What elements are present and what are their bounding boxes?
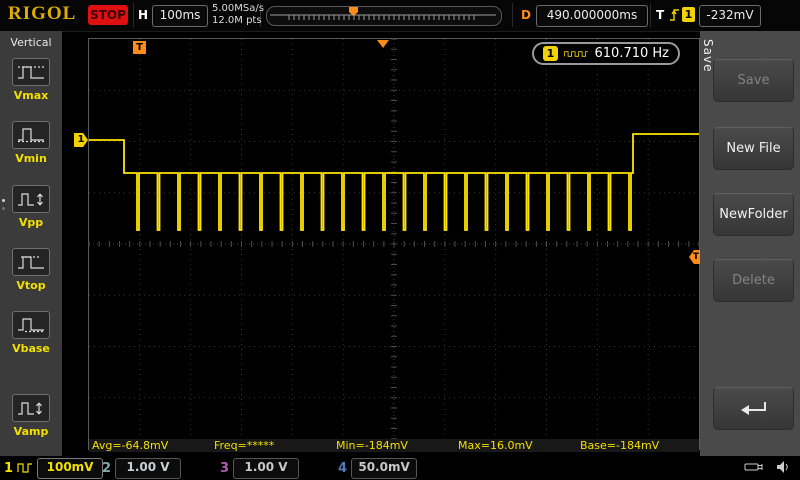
channel-1-status[interactable]: 1 100mV: [4, 456, 103, 480]
divider: [512, 3, 513, 27]
waveform-preview: [266, 6, 502, 26]
memory-depth: 12.0M pts: [212, 15, 264, 27]
vamp-pulse-icon: [12, 394, 50, 422]
new-folder-button[interactable]: NewFolder: [713, 193, 794, 236]
sample-rate: 5.00MSa/s: [212, 3, 264, 15]
ch1-waveform-icon: [17, 463, 33, 473]
vmin-pulse-icon: [12, 121, 50, 149]
channel-2-number: 2: [102, 461, 111, 476]
menu-item-label: Vamp: [0, 425, 62, 438]
menu-item-label: Vpp: [0, 216, 62, 229]
enter-button[interactable]: [713, 387, 794, 430]
menu-item-vbase[interactable]: Vbase: [0, 311, 62, 355]
softkey-menu: Save Save New File NewFolder Delete: [700, 31, 800, 456]
trigger-position-marker: [377, 40, 389, 48]
measurement-avg: Avg=-64.8mV: [89, 439, 211, 452]
trigger-level-value: -232mV: [699, 5, 761, 27]
t-flag-label: T: [136, 42, 143, 53]
run-state-badge: STOP: [88, 5, 128, 25]
horizontal-label: H: [138, 8, 148, 22]
channel-4-number: 4: [338, 461, 347, 476]
divider: [133, 3, 134, 27]
channel-2-status[interactable]: 2 1.00 V: [102, 456, 181, 480]
menu-item-vamp[interactable]: Vamp: [0, 394, 62, 438]
menu-item-label: Vmin: [0, 152, 62, 165]
channel-4-status[interactable]: 4 50.0mV: [338, 456, 417, 480]
channel-1-scale: 100mV: [37, 458, 103, 479]
usb-icon: [744, 460, 766, 474]
system-icons: [744, 460, 790, 474]
frequency-counter: 1 610.710 Hz: [532, 42, 680, 65]
acquisition-info: 5.00MSa/s 12.0M pts: [212, 3, 264, 27]
vmax-pulse-icon: [12, 58, 50, 86]
square-wave-icon: [564, 48, 589, 60]
channel-3-status[interactable]: 3 1.00 V: [220, 456, 299, 480]
measurement-freq: Freq=*****: [211, 439, 333, 452]
channel-2-scale: 1.00 V: [115, 458, 181, 479]
preview-wave: [267, 9, 499, 23]
menu-item-vtop[interactable]: Vtop: [0, 248, 62, 292]
channel-3-number: 3: [220, 461, 229, 476]
menu-title: Vertical: [0, 31, 62, 49]
channel-4-scale: 50.0mV: [351, 458, 417, 479]
menu-page-indicator: [2, 199, 5, 215]
menu-item-label: Vmax: [0, 89, 62, 102]
frequency-value: 610.710 Hz: [595, 46, 670, 61]
measurement-min: Min=-184mV: [333, 439, 455, 452]
channel-status-bar: 1 100mV 2 1.00 V 3 1.00 V 4 50.0mV: [0, 456, 800, 480]
measurement-bar: Avg=-64.8mV Freq=***** Min=-184mV Max=16…: [89, 439, 699, 452]
delay-label: D: [521, 8, 531, 22]
menu-item-vpp[interactable]: Vpp: [0, 185, 62, 229]
vtop-pulse-icon: [12, 248, 50, 276]
rigol-logo: RIGOL: [8, 3, 76, 25]
ch1-level-marker: 1: [74, 133, 88, 147]
ch1-trace: [88, 38, 700, 450]
oscilloscope-screen: RIGOL STOP H 100ms 5.00MSa/s 12.0M pts D…: [0, 0, 800, 480]
top-status-bar: RIGOL STOP H 100ms 5.00MSa/s 12.0M pts D…: [0, 0, 800, 32]
timebase-value: 100ms: [152, 5, 208, 27]
menu-item-vmin[interactable]: Vmin: [0, 121, 62, 165]
trigger-source-badge: 1: [682, 7, 695, 22]
delay-value: 490.000000ms: [536, 5, 648, 27]
new-file-button[interactable]: New File: [713, 127, 794, 170]
measure-menu: Vertical Vmax Vmin: [0, 31, 62, 456]
save-button[interactable]: Save: [713, 59, 794, 102]
channel-3-scale: 1.00 V: [233, 458, 299, 479]
enter-arrow-icon: [739, 400, 769, 418]
vbase-pulse-icon: [12, 311, 50, 339]
menu-item-vmax[interactable]: Vmax: [0, 58, 62, 102]
freq-source-badge: 1: [543, 46, 558, 61]
trigger-label: T: [656, 8, 664, 22]
delete-button[interactable]: Delete: [713, 259, 794, 302]
measurement-max: Max=16.0mV: [455, 439, 577, 452]
speaker-icon: [776, 460, 790, 474]
divider: [650, 3, 651, 27]
vpp-pulse-icon: [12, 185, 50, 213]
channel-1-number: 1: [4, 461, 13, 476]
menu-item-label: Vbase: [0, 342, 62, 355]
scope-display: 1 610.710 Hz T 1 T Avg=-64.8mV Freq=****…: [88, 38, 700, 450]
measurement-base: Base=-184mV: [577, 439, 699, 452]
menu-item-label: Vtop: [0, 279, 62, 292]
trigger-edge-icon: [669, 7, 680, 23]
trigger-level-label: T: [693, 252, 699, 262]
trigger-time-flag: T: [133, 41, 146, 54]
